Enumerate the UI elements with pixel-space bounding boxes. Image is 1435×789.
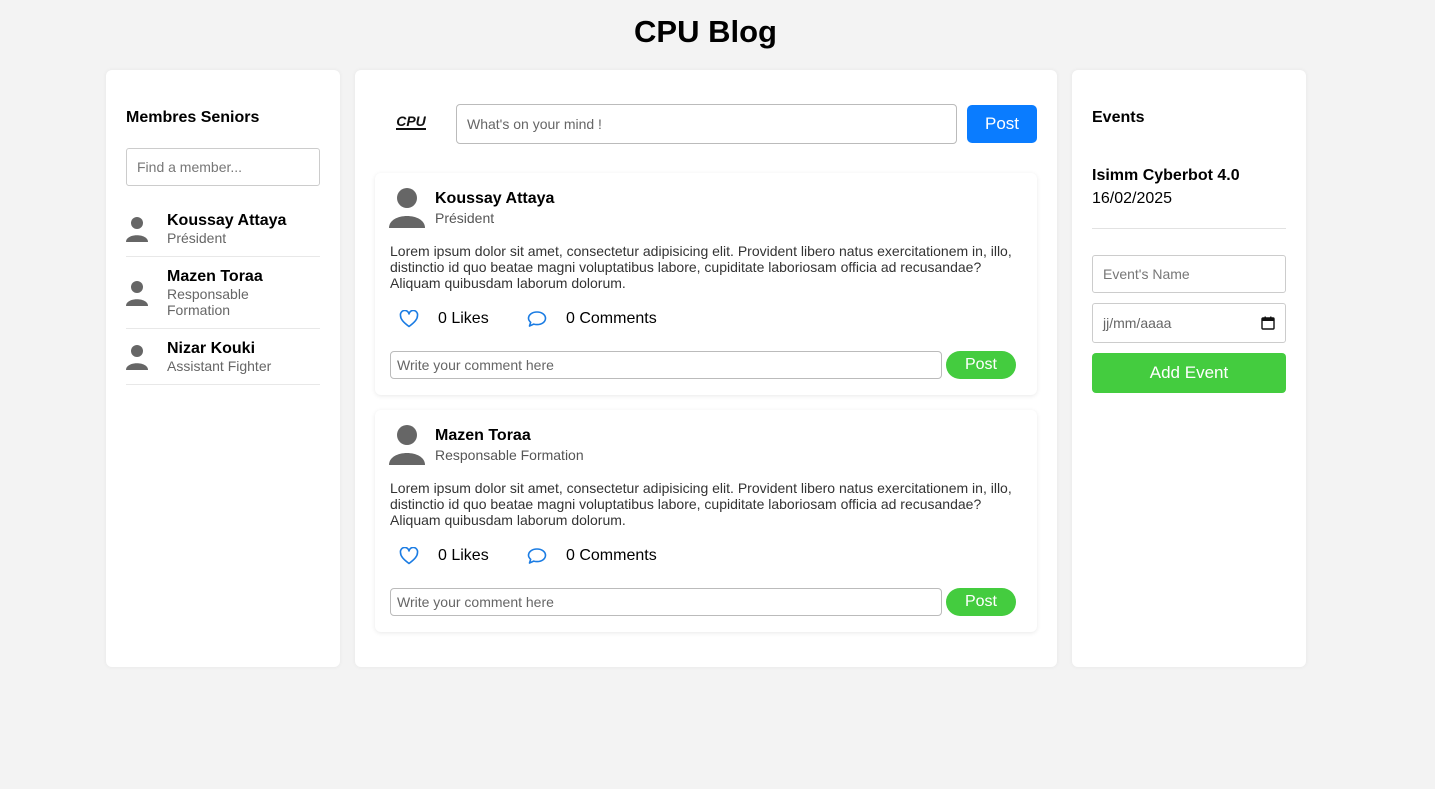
post-author: Koussay Attaya xyxy=(435,190,555,207)
event-divider xyxy=(1092,228,1286,229)
member-name: Mazen Toraa xyxy=(167,267,263,285)
user-avatar-icon xyxy=(126,216,148,242)
likes-count: 0 Likes xyxy=(438,310,489,327)
post-card: Mazen Toraa Responsable Formation Lorem … xyxy=(375,410,1037,632)
events-heading: Events xyxy=(1092,109,1145,126)
calendar-icon[interactable] xyxy=(1261,316,1275,330)
member-item[interactable]: Mazen Toraa Responsable Formation xyxy=(126,257,320,329)
member-item[interactable]: Koussay Attaya Président xyxy=(126,201,320,257)
post-author: Mazen Toraa xyxy=(435,427,531,444)
post-composer-input[interactable] xyxy=(456,104,957,144)
post-author-role: Président xyxy=(435,210,495,226)
cpu-logo-text: CPU xyxy=(396,113,426,129)
comment-input[interactable] xyxy=(390,588,942,616)
member-list: Koussay Attaya Président Mazen Toraa Res… xyxy=(126,201,320,385)
event-name-input[interactable] xyxy=(1092,255,1286,293)
members-heading: Membres Seniors xyxy=(126,109,260,126)
post-body: Lorem ipsum dolor sit amet, consectetur … xyxy=(390,243,1012,291)
feed-panel: CPU Post Koussay Attaya Président Lorem … xyxy=(355,70,1057,667)
member-item[interactable]: Nizar Kouki Assistant Fighter xyxy=(126,329,320,385)
post-card: Koussay Attaya Président Lorem ipsum dol… xyxy=(375,173,1037,395)
member-role: Assistant Fighter xyxy=(167,357,272,374)
heart-icon[interactable] xyxy=(399,547,419,565)
event-name: Isimm Cyberbot 4.0 xyxy=(1092,167,1240,184)
member-name: Nizar Kouki xyxy=(167,339,256,357)
add-event-button[interactable]: Add Event xyxy=(1092,353,1286,393)
post-comment-button[interactable]: Post xyxy=(946,351,1016,379)
comment-icon[interactable] xyxy=(527,310,547,328)
user-avatar-icon xyxy=(389,425,425,465)
comment-icon[interactable] xyxy=(527,547,547,565)
comment-input[interactable] xyxy=(390,351,942,379)
event-date-placeholder: jj/mm/aaaa xyxy=(1103,315,1172,331)
members-panel: Membres Seniors Koussay Attaya Président… xyxy=(106,70,340,667)
member-search-input[interactable] xyxy=(126,148,320,186)
post-actions: 0 Likes 0 Comments xyxy=(399,547,657,565)
publish-post-button[interactable]: Post xyxy=(967,105,1037,143)
user-avatar-icon xyxy=(126,280,148,306)
user-avatar-icon xyxy=(126,344,148,370)
events-panel: Events Isimm Cyberbot 4.0 16/02/2025 jj/… xyxy=(1072,70,1306,667)
heart-icon[interactable] xyxy=(399,310,419,328)
likes-count: 0 Likes xyxy=(438,547,489,564)
post-actions: 0 Likes 0 Comments xyxy=(399,310,657,328)
user-avatar-icon xyxy=(389,188,425,228)
page-title: CPU Blog xyxy=(634,14,777,49)
cpu-logo: CPU xyxy=(396,113,427,130)
post-author-role: Responsable Formation xyxy=(435,447,584,463)
member-role: Responsable Formation xyxy=(167,285,249,318)
member-name: Koussay Attaya xyxy=(167,211,287,229)
comments-count: 0 Comments xyxy=(566,547,657,564)
member-role: Président xyxy=(167,229,227,246)
event-date: 16/02/2025 xyxy=(1092,190,1173,207)
post-comment-button[interactable]: Post xyxy=(946,588,1016,616)
comments-count: 0 Comments xyxy=(566,310,657,327)
event-date-input[interactable]: jj/mm/aaaa xyxy=(1092,303,1286,343)
post-body: Lorem ipsum dolor sit amet, consectetur … xyxy=(390,480,1012,528)
